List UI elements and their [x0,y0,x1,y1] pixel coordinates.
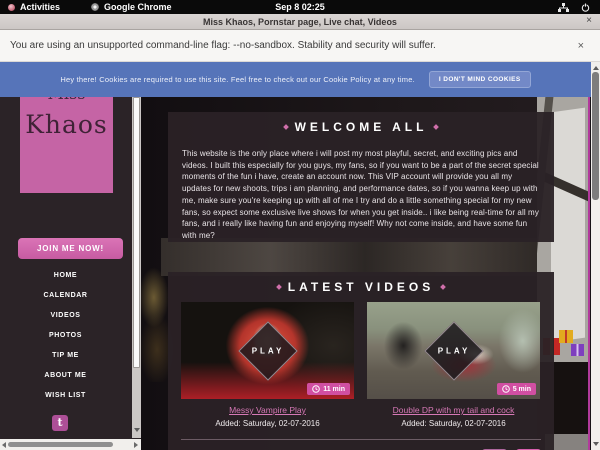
sidebar-scroll-down-arrow-icon[interactable] [134,428,140,432]
latest-videos-title: LATEST VIDEOS [288,280,434,294]
main-content: WELCOME ALL This website is the only pla… [141,62,590,450]
diamond-icon [283,124,289,130]
diamond-icon [434,124,440,130]
site-logo[interactable]: Miss Khaos [20,97,113,193]
cookie-accept-button[interactable]: I DON'T MIND COOKIES [429,71,531,88]
system-top-bar: Activities Google Chrome Sep 8 02:25 [0,0,600,14]
page-scroll-up-arrow-icon[interactable] [593,66,599,70]
page-scroll-down-arrow-icon[interactable] [593,442,599,446]
clock-icon [502,385,510,393]
video-cards-row: PLAY 11 min Messy Vampire Play [168,302,554,428]
play-label: PLAY [251,346,284,355]
clock-icon [312,385,320,393]
sidebar-menu: HOME CALENDAR VIDEOS PHOTOS TIP ME ABOUT… [0,266,131,406]
infobar-message: You are using an unsupported command-lin… [10,40,436,51]
diamond-icon [276,284,282,290]
video-duration: 11 min [323,386,345,393]
sidebar-horizontal-scrollbar[interactable] [0,439,141,450]
sidebar-horizontal-scrollbar-thumb[interactable] [8,442,113,447]
sidebar-scroll-left-arrow-icon[interactable] [2,442,6,448]
app-menu-button[interactable]: Google Chrome [104,2,172,12]
video-added-date: Added: Saturday, 02-07-2016 [181,419,354,428]
sidebar-item-wish-list[interactable]: WISH LIST [0,386,131,406]
join-me-now-button[interactable]: JOIN ME NOW! [18,238,123,259]
logo-top-clipped: Miss [20,97,113,104]
latest-videos-panel: LATEST VIDEOS PLAY [168,272,554,450]
infobar-close-icon[interactable]: × [578,40,590,52]
background-window-pane [551,108,585,343]
network-icon[interactable] [558,3,569,12]
play-button[interactable]: PLAY [238,321,297,380]
system-clock[interactable]: Sep 8 02:25 [275,2,325,12]
video-card: PLAY 5 min Double DP with my tail and co… [367,302,540,428]
page-vertical-scrollbar-thumb[interactable] [592,72,599,200]
video-duration: 5 min [513,386,531,393]
cookie-consent-bar: Hey there! Cookies are required to use t… [0,62,591,97]
window-close-icon[interactable]: × [586,15,592,26]
distro-logo-icon [8,4,15,11]
sidebar-scroll-right-arrow-icon[interactable] [134,442,138,448]
activities-button[interactable]: Activities [20,2,60,12]
diamond-icon [440,284,446,290]
page-vertical-scrollbar[interactable] [591,62,600,450]
video-card: PLAY 11 min Messy Vampire Play [181,302,354,428]
sidebar-item-home[interactable]: HOME [0,266,131,286]
welcome-title: WELCOME ALL [295,120,428,134]
chrome-infobar: You are using an unsupported command-lin… [0,30,600,62]
video-title-link[interactable]: Messy Vampire Play [181,405,354,415]
sidebar-vertical-scrollbar[interactable] [132,62,141,438]
welcome-panel: WELCOME ALL This website is the only pla… [168,112,554,242]
welcome-heading: WELCOME ALL [168,112,554,134]
gift-box-purple [571,344,584,356]
sidebar-item-about-me[interactable]: ABOUT ME [0,366,131,386]
cookie-message: Hey there! Cookies are required to use t… [60,75,415,84]
gift-box-yellow [559,330,573,343]
sidebar: Miss Khaos JOIN ME NOW! HOME CALENDAR VI… [0,62,141,450]
duration-badge: 5 min [497,383,536,395]
latest-videos-heading: LATEST VIDEOS [168,272,554,294]
window-title: Miss Khaos, Pornstar page, Live chat, Vi… [203,17,397,27]
page-accent-border [588,62,590,450]
chrome-app-icon [91,3,99,11]
sidebar-item-videos[interactable]: VIDEOS [0,306,131,326]
sidebar-item-photos[interactable]: PHOTOS [0,326,131,346]
sidebar-item-calendar[interactable]: CALENDAR [0,286,131,306]
video-thumbnail[interactable]: PLAY 5 min [367,302,540,399]
play-label: PLAY [437,346,470,355]
video-added-date: Added: Saturday, 02-07-2016 [367,419,540,428]
sidebar-vertical-scrollbar-thumb[interactable] [133,97,140,368]
video-thumbnail[interactable]: PLAY 11 min [181,302,354,399]
power-icon[interactable] [581,3,590,12]
screen: Activities Google Chrome Sep 8 02:25 Mis… [0,0,600,450]
duration-badge: 11 min [307,383,350,395]
background-photo-strip [161,238,553,276]
latest-videos-footer: SEE ALL VIDEOS « » [168,440,554,450]
video-title-link[interactable]: Double DP with my tail and cock [367,405,540,415]
twitter-icon[interactable]: t [52,415,68,431]
logo-text: Khaos [20,110,113,139]
window-title-bar: Miss Khaos, Pornstar page, Live chat, Vi… [0,14,600,30]
welcome-body-text: This website is the only place where i w… [182,148,540,242]
play-button[interactable]: PLAY [424,321,483,380]
browser-viewport: Miss Khaos JOIN ME NOW! HOME CALENDAR VI… [0,62,600,450]
sidebar-item-tip-me[interactable]: TIP ME [0,346,131,366]
